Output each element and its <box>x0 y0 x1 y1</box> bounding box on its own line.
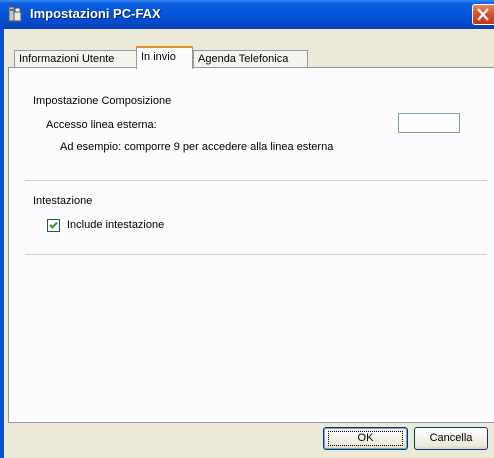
section-divider <box>25 180 487 181</box>
include-header-checkbox[interactable] <box>47 219 60 232</box>
tab-label: Agenda Telefonica <box>198 53 289 65</box>
window-title: Impostazioni PC-FAX <box>30 6 161 21</box>
window-left-border <box>0 29 4 458</box>
dialing-section-title: Impostazione Composizione <box>33 95 172 107</box>
outside-line-example: Ad esempio: comporre 9 per accedere alla… <box>60 141 334 153</box>
pcfax-settings-dialog: Impostazioni PC-FAX Impostazione Composi… <box>0 0 494 458</box>
title-bar[interactable]: Impostazioni PC-FAX <box>0 0 494 29</box>
fax-settings-icon <box>7 6 23 22</box>
tab-agenda-telefonica[interactable]: Agenda Telefonica <box>193 50 308 67</box>
checkmark-icon <box>49 221 58 229</box>
cancel-button-label: Cancella <box>429 432 473 444</box>
tab-label: In invio <box>141 51 176 63</box>
section-divider <box>25 254 487 255</box>
cancel-button[interactable]: Cancella <box>414 427 488 450</box>
outside-line-label: Accesso linea esterna: <box>46 119 157 131</box>
close-icon <box>477 8 489 21</box>
outside-line-input[interactable] <box>398 113 460 133</box>
tab-label: Informazioni Utente <box>19 53 115 65</box>
header-section-title: Intestazione <box>33 195 93 207</box>
close-button[interactable] <box>472 4 494 25</box>
tab-informazioni-utente[interactable]: Informazioni Utente <box>14 50 138 67</box>
ok-button[interactable]: OK <box>323 427 408 450</box>
include-header-label[interactable]: Include intestazione <box>67 219 164 231</box>
focus-rect <box>328 431 403 446</box>
tab-in-invio[interactable]: In invio <box>136 46 193 69</box>
